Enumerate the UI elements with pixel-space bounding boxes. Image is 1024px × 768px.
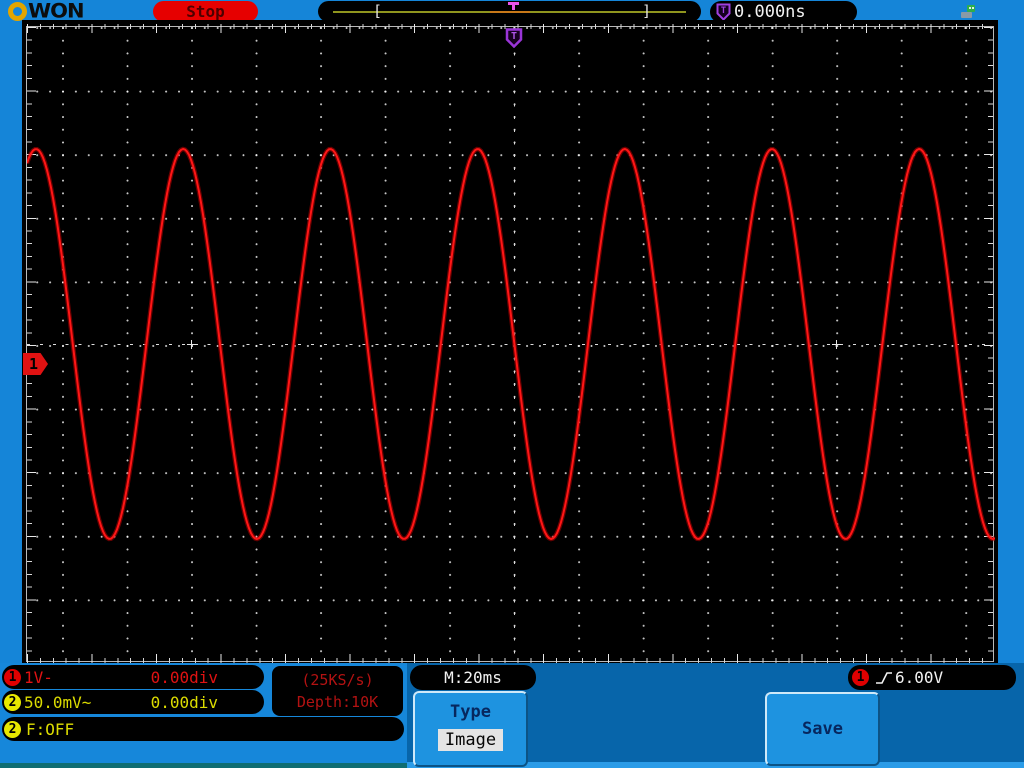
sample-rate: (25KS/s) xyxy=(301,671,374,689)
trigger-shield-icon: T xyxy=(716,3,731,21)
screen-window-segment xyxy=(490,11,530,13)
top-status-bar: WON Stop [ ] T 0.000ns xyxy=(0,0,1024,23)
svg-text:T: T xyxy=(511,31,517,42)
ch2-frequency-readout: 2 F:OFF xyxy=(2,717,404,741)
ch1-scale: 1V- xyxy=(24,667,53,687)
run-state-badge: Stop xyxy=(153,1,258,22)
timebase-readout: M:20ms xyxy=(410,665,536,690)
bottom-status-bar: 1 1V- 0.00div 2 50.0mV~ 0.00div (25KS/s)… xyxy=(0,663,1024,768)
channel1-position-label: 1 xyxy=(29,355,39,373)
ch2-status-readout: 2 50.0mV~ 0.00div xyxy=(2,690,264,714)
ch2-freq-badge: 2 xyxy=(4,720,21,738)
ch1-offset: 0.00div xyxy=(150,667,218,687)
trigger-horizontal-marker-icon: T xyxy=(505,28,523,48)
ch2-offset: 0.00div xyxy=(150,692,218,712)
ch2-badge: 2 xyxy=(4,693,21,711)
ch2-scale: 50.0mV~ xyxy=(24,692,92,712)
menu-type-selected-value[interactable]: Image xyxy=(437,729,504,751)
acquisition-readout: (25KS/s) Depth:10K xyxy=(272,666,403,716)
trigger-level-value: 6.00V xyxy=(895,668,944,687)
owon-logo: WON xyxy=(8,0,85,23)
graticule-grid: T xyxy=(26,24,995,663)
left-panel-bottom-strip xyxy=(0,763,407,768)
run-state-label: Stop xyxy=(186,2,225,21)
ch1-badge: 1 xyxy=(4,668,21,686)
usb-device-icon xyxy=(961,5,975,18)
ch1-status-readout: 1 1V- 0.00div xyxy=(2,665,264,689)
rising-edge-icon xyxy=(876,671,892,684)
menu-type-label: Type xyxy=(450,702,491,722)
window-right-bracket: ] xyxy=(642,2,652,20)
owon-logo-text: WON xyxy=(28,0,85,23)
menu-type-button[interactable]: Type Image xyxy=(413,691,528,767)
ch2-freq-value: F:OFF xyxy=(26,719,75,739)
timebase-value: M:20ms xyxy=(444,668,502,687)
trigger-time-value: 0.000ns xyxy=(734,2,806,22)
menu-save-button[interactable]: Save xyxy=(765,692,880,766)
memory-depth: Depth:10K xyxy=(296,693,379,711)
trigger-position-bar: [ ] xyxy=(318,1,701,22)
ch1-waveform-trace xyxy=(27,146,995,542)
window-left-bracket: [ xyxy=(373,2,383,20)
trigger-position-marker-icon xyxy=(508,2,519,10)
trigger-level-readout: 1 6.00V xyxy=(848,665,1016,690)
owon-logo-o-icon xyxy=(8,1,27,21)
svg-text:T: T xyxy=(721,6,727,16)
menu-save-label: Save xyxy=(802,719,843,739)
waveform-display-area: T 1 xyxy=(22,20,998,663)
trigger-source-badge: 1 xyxy=(852,669,869,686)
